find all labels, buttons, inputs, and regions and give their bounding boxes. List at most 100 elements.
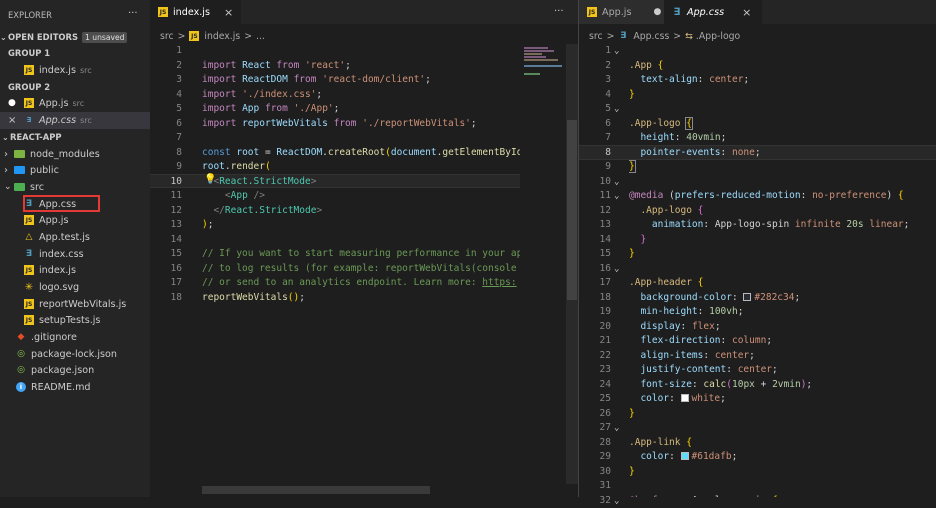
color-swatch[interactable] (681, 452, 689, 460)
project-section[interactable]: ⌄ REACT-APP (0, 129, 150, 146)
tab-index-js[interactable]: JS index.js × (150, 0, 241, 24)
color-swatch[interactable] (743, 293, 751, 301)
tree-folder-node-modules[interactable]: › node_modules (0, 146, 150, 163)
tree-folder-src[interactable]: ⌄ src (0, 179, 150, 196)
line-number: 1 (150, 44, 182, 59)
breadcrumb-dir[interactable]: src (589, 31, 603, 42)
code-line: } (629, 247, 936, 262)
horizontal-scrollbar[interactable] (202, 486, 430, 494)
tree-label: index.css (39, 249, 84, 260)
breadcrumb-symbol[interactable]: ... (256, 31, 265, 42)
tree-file-index-css[interactable]: ∃ index.css (0, 246, 150, 263)
line-number: 18 (579, 291, 611, 306)
line-number: 15 (150, 247, 182, 262)
explorer-header: EXPLORER ··· (0, 8, 150, 24)
unsaved-dot-icon[interactable]: ● (653, 7, 661, 17)
code-line: import reportWebVitals from './reportWeb… (202, 117, 520, 132)
breadcrumb-file[interactable]: index.js (204, 31, 240, 42)
tree-label: src (30, 182, 44, 193)
tree-file-gitignore[interactable]: ◆ .gitignore (0, 329, 150, 346)
tree-file-app-css[interactable]: ∃ App.css (0, 196, 150, 213)
open-editor-file-name: App.css (39, 115, 76, 126)
breadcrumb-symbol[interactable]: .App-logo (696, 31, 740, 42)
breadcrumb-sep: > (244, 31, 252, 42)
code-line: .App { (629, 59, 936, 74)
line-number: 28 (579, 436, 611, 451)
tree-file-package-json[interactable]: ◎ package.json (0, 362, 150, 379)
line-number: 13 (579, 218, 611, 233)
code-line: font-size: calc(10px + 2vmin); (629, 378, 936, 393)
tree-file-report-web-vitals[interactable]: JS reportWebVitals.js (0, 296, 150, 313)
editor-actions-more-button[interactable]: ··· (554, 6, 564, 17)
tree-label: App.test.js (39, 232, 90, 243)
code-line: root.render( (202, 160, 520, 175)
open-editors-section[interactable]: ⌄ OPEN EDITORS 1 unsaved (0, 29, 150, 46)
line-number: 15 (579, 247, 611, 262)
code-editor-right[interactable]: .App { text-align: center;} .App-logo { … (629, 44, 936, 497)
folder-open-icon (14, 183, 25, 191)
code-line: background-color: #282c34; (629, 291, 936, 306)
line-numbers: 1234567891011121314151617181920212223242… (579, 44, 611, 508)
fold-gutter[interactable]: ⌄ ⌄ ⌄ ⌄ ⌄ ⌄ ⌄ (614, 44, 626, 508)
explorer-more-button[interactable]: ··· (128, 8, 138, 19)
js-file-icon: JS (189, 31, 199, 41)
tree-file-app-test-js[interactable]: △ App.test.js (0, 229, 150, 246)
tree-folder-public[interactable]: › public (0, 162, 150, 179)
code-line: const root = ReactDOM.createRoot(documen… (202, 146, 520, 161)
open-editor-app-css[interactable]: × ∃ App.css src (0, 112, 150, 129)
open-editor-app-js[interactable]: ● JS App.js src (0, 95, 150, 112)
color-swatch[interactable] (681, 394, 689, 402)
js-file-icon: JS (24, 65, 34, 75)
line-number: 4 (150, 88, 182, 103)
code-line: import App from './App'; (202, 102, 520, 117)
group-1-label[interactable]: GROUP 1 (0, 45, 150, 62)
line-number: 20 (579, 320, 611, 335)
code-line (202, 131, 520, 146)
code-line (629, 479, 936, 494)
code-line: @media (prefers-reduced-motion: no-prefe… (629, 189, 936, 204)
js-file-icon: JS (24, 98, 34, 108)
tab-app-css[interactable]: ∃ App.css × (664, 0, 762, 24)
open-editor-index-js[interactable]: JS index.js src (0, 62, 150, 79)
tab-label: App.js (602, 7, 631, 18)
code-line: </React.StrictMode> (202, 204, 520, 219)
git-icon: ◆ (16, 332, 26, 342)
code-line: } (629, 465, 936, 480)
code-line: // or send to an analytics endpoint. Lea… (202, 276, 520, 291)
js-file-icon: JS (24, 315, 34, 325)
close-icon[interactable]: × (742, 6, 751, 19)
tab-app-js[interactable]: JS App.js ● (579, 0, 664, 24)
open-editor-file-dir: src (80, 116, 92, 125)
line-number: 6 (579, 117, 611, 132)
line-number: 14 (579, 233, 611, 248)
code-line: } (629, 407, 936, 422)
tree-file-app-js[interactable]: JS App.js (0, 212, 150, 229)
unsaved-badge: 1 unsaved (82, 32, 127, 43)
css-file-icon: ∃ (672, 7, 682, 17)
tree-file-package-lock[interactable]: ◎ package-lock.json (0, 346, 150, 363)
code-line: color: white; (629, 392, 936, 407)
line-number: 18 (150, 291, 182, 306)
code-line: min-height: 100vh; (629, 305, 936, 320)
line-number: 10 (579, 175, 611, 190)
chevron-down-icon: ⌄ (2, 133, 10, 142)
breadcrumb-file[interactable]: App.css (633, 31, 669, 42)
scrollbar-thumb[interactable] (567, 120, 577, 300)
tree-file-setup-tests[interactable]: JS setupTests.js (0, 312, 150, 329)
tree-file-logo-svg[interactable]: ✳ logo.svg (0, 279, 150, 296)
open-editor-file-name: index.js (39, 65, 76, 76)
line-number: 14 (150, 233, 182, 248)
tree-file-index-js[interactable]: JS index.js (0, 262, 150, 279)
close-icon[interactable]: × (224, 6, 233, 19)
minimap[interactable] (522, 44, 568, 74)
code-editor-left[interactable]: import React from 'react';import ReactDO… (202, 44, 520, 304)
code-line (629, 102, 936, 117)
code-line: color: #61dafb; (629, 450, 936, 465)
breadcrumb: src > ∃ App.css > ⇆ .App-logo (589, 29, 740, 43)
line-number: 5 (579, 102, 611, 117)
group-2-label[interactable]: GROUP 2 (0, 79, 150, 96)
line-number: 10 (150, 175, 182, 190)
breadcrumb-dir[interactable]: src (160, 31, 174, 42)
tree-file-readme[interactable]: i README.md (0, 379, 150, 396)
close-icon[interactable]: × (8, 115, 18, 126)
